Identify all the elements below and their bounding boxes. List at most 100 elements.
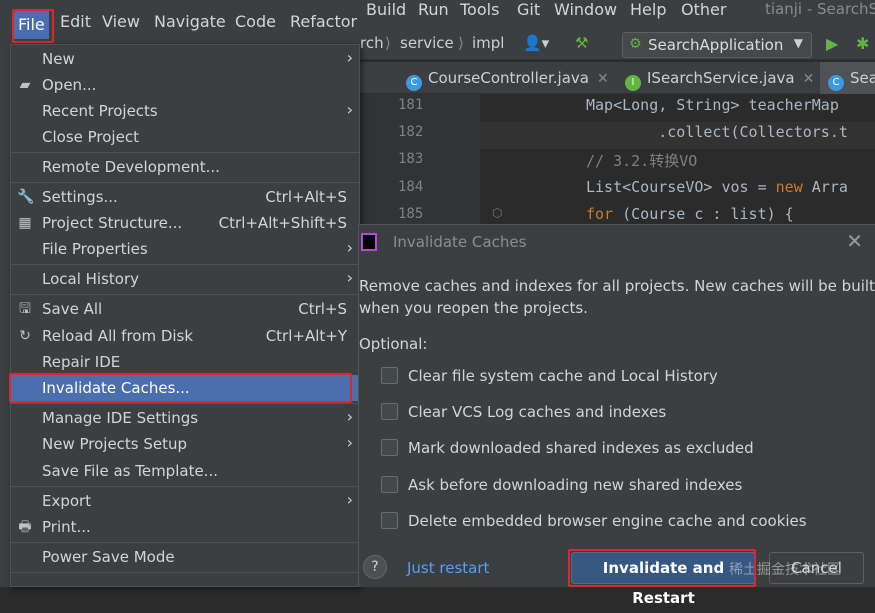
dialog-description: when you reopen the projects. <box>359 299 588 317</box>
menu-item-file-properties[interactable]: File Properties › <box>11 236 359 262</box>
menu-item-print[interactable]: 🖶 Print... <box>11 514 359 540</box>
menu-item-save-as-template[interactable]: Save File as Template... <box>11 458 359 484</box>
option-clear-file-system-cache[interactable]: Clear file system cache and Local Histor… <box>381 367 718 389</box>
menu-other[interactable]: Other <box>681 0 726 19</box>
chevron-right-icon: ⟩ <box>385 34 391 52</box>
checkbox[interactable] <box>381 439 398 456</box>
chevron-right-icon: ⟩ <box>458 34 464 52</box>
editor-tabs: C CourseController.java ✕ I ISearchService.… <box>360 62 875 94</box>
code-editor[interactable]: 181 182 183 184 185 ⬡ Map<Long, String> … <box>360 94 875 224</box>
close-icon[interactable]: ✕ <box>803 71 815 87</box>
menu-item-local-history[interactable]: Local History › <box>11 266 359 292</box>
menu-item-settings[interactable]: 🔧 Settings... Ctrl+Alt+S <box>11 184 359 210</box>
menu-build[interactable]: Build <box>366 0 406 19</box>
intellij-icon <box>361 233 377 251</box>
menu-view[interactable]: View <box>102 12 140 31</box>
option-clear-vcs-log[interactable]: Clear VCS Log caches and indexes <box>381 403 666 425</box>
menu-item-reload-all[interactable]: ↻ Reload All from Disk Ctrl+Alt+Y <box>11 323 359 349</box>
menu-window[interactable]: Window <box>554 0 617 19</box>
breadcrumb-item[interactable]: impl <box>472 34 504 52</box>
menu-item-export[interactable]: Export › <box>11 488 359 514</box>
chevron-right-icon: › <box>346 238 353 257</box>
menu-item-remote-development[interactable]: Remote Development... <box>11 154 359 180</box>
option-mark-shared-indexes[interactable]: Mark downloaded shared indexes as exclud… <box>381 439 754 461</box>
debug-icon[interactable]: ✱ <box>856 34 869 53</box>
menu-separator <box>11 264 359 265</box>
class-icon: C <box>406 75 422 91</box>
dialog-title: Invalidate Caches <box>393 233 527 251</box>
menu-navigate[interactable]: Navigate <box>154 12 226 31</box>
code-line: // 3.2.转换VO <box>586 152 698 170</box>
run-config-select[interactable]: ⚙ SearchApplication ▼ <box>622 32 812 58</box>
menu-run[interactable]: Run <box>418 0 449 19</box>
code-line: .collect(Collectors.t <box>586 123 848 141</box>
chevron-down-icon: ▼ <box>793 36 803 50</box>
breadcrumb-item[interactable]: rch <box>360 34 384 52</box>
help-button[interactable]: ? <box>363 555 387 579</box>
run-icon[interactable]: ▶ <box>826 34 838 53</box>
class-icon: C <box>828 75 844 91</box>
menu-code[interactable]: Code <box>235 12 276 31</box>
hammer-icon[interactable]: ⚒ <box>575 34 588 52</box>
print-icon: 🖶 <box>18 519 32 535</box>
code-line: Map<Long, String> teacherMap <box>586 96 839 114</box>
just-restart-link[interactable]: Just restart <box>407 559 489 577</box>
menu-item-new-projects-setup[interactable]: New Projects Setup › <box>11 431 359 457</box>
checkbox[interactable] <box>381 403 398 420</box>
menu-item-recent-projects[interactable]: Recent Projects › <box>11 98 359 124</box>
checkbox[interactable] <box>381 476 398 493</box>
line-number: 185 <box>398 206 424 222</box>
menu-separator <box>11 294 359 295</box>
invalidate-caches-dialog: Invalidate Caches ✕ Remove caches and in… <box>358 224 875 607</box>
folder-icon: ▰ <box>19 77 31 93</box>
code-line: List<CourseVO> vos = new Arra <box>586 178 848 196</box>
menu-git[interactable]: Git <box>517 0 540 19</box>
chevron-right-icon: › <box>346 490 353 509</box>
close-icon[interactable]: ✕ <box>846 229 863 253</box>
menu-help[interactable]: Help <box>630 0 666 19</box>
chevron-right-icon: › <box>346 268 353 287</box>
menu-refactor[interactable]: Refactor <box>290 12 357 31</box>
close-icon[interactable]: ✕ <box>597 71 609 87</box>
option-ask-before-downloading[interactable]: Ask before downloading new shared indexe… <box>381 476 742 498</box>
save-icon: 🖫 <box>19 301 31 317</box>
chevron-right-icon: › <box>346 48 353 67</box>
breadcrumb-item[interactable]: service <box>400 34 454 52</box>
file-menu: New › ▰ Open... Recent Projects › Close Pro… <box>10 44 360 587</box>
user-icon[interactable]: 👤▾ <box>523 34 549 52</box>
menu-item-close-project[interactable]: Close Project <box>11 124 359 150</box>
menu-item-manage-ide-settings[interactable]: Manage IDE Settings › <box>11 405 359 431</box>
invalidate-restart-highlight <box>568 549 756 587</box>
menu-item-repair-ide[interactable]: Repair IDE <box>11 349 359 375</box>
invalidate-caches-highlight <box>9 373 352 403</box>
menu-item-new[interactable]: New › <box>11 46 359 72</box>
checkbox[interactable] <box>381 367 398 384</box>
menu-separator <box>11 152 359 153</box>
tab-isearch-service[interactable]: I ISearchService.java ✕ <box>625 62 814 94</box>
checkbox[interactable] <box>381 512 398 529</box>
menu-tools[interactable]: Tools <box>460 0 499 19</box>
tab-search[interactable]: C Sea <box>820 62 875 94</box>
tab-label: ISearchService.java <box>647 69 795 87</box>
chevron-right-icon: › <box>346 407 353 426</box>
interface-icon: I <box>625 75 641 91</box>
wrench-icon: 🔧 <box>17 189 35 205</box>
menu-item-save-all[interactable]: 🖫 Save All Ctrl+S <box>11 296 359 322</box>
menu-item-power-save-mode[interactable]: Power Save Mode <box>11 544 359 570</box>
menu-separator <box>11 486 359 487</box>
menu-edit[interactable]: Edit <box>60 12 91 31</box>
tab-course-controller[interactable]: C CourseController.java ✕ <box>406 62 609 94</box>
menu-separator <box>11 403 359 404</box>
dialog-description: Remove caches and indexes for all projec… <box>359 277 875 295</box>
window-title: tianji - SearchSe <box>765 0 875 18</box>
line-number: 182 <box>398 124 424 140</box>
option-delete-browser-cache[interactable]: Delete embedded browser engine cache and… <box>381 512 807 534</box>
fold-icon[interactable]: ⬡ <box>492 206 502 220</box>
code-line: for (Course c : list) { <box>586 205 794 223</box>
menu-item-open[interactable]: ▰ Open... <box>11 72 359 98</box>
reload-icon: ↻ <box>19 328 31 344</box>
navigation-bar: rch ⟩ service ⟩ impl 👤▾ ⚒ ⚙ SearchApplic… <box>360 30 875 60</box>
tab-label: Sea <box>850 69 875 87</box>
menu-item-project-structure[interactable]: ▦ Project Structure... Ctrl+Alt+Shift+S <box>11 210 359 236</box>
menu-separator <box>11 572 359 573</box>
